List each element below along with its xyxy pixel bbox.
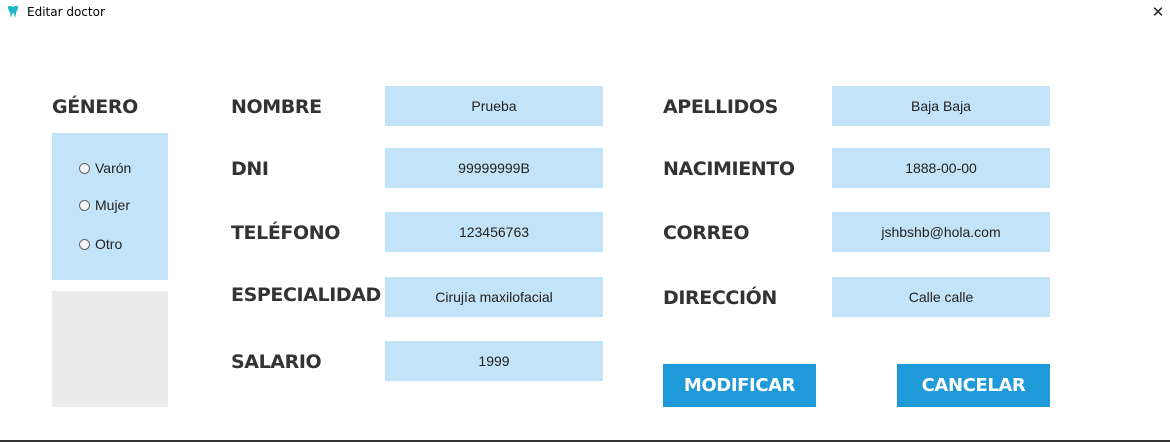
direccion-input[interactable]: [832, 277, 1050, 317]
radio-mujer[interactable]: Mujer: [79, 196, 130, 214]
salario-input[interactable]: [385, 341, 603, 381]
radio-otro-label: Otro: [95, 236, 123, 252]
radio-circle-icon[interactable]: [79, 238, 90, 250]
window-title: Editar doctor: [27, 5, 105, 19]
direccion-label: DIRECCIÓN: [663, 287, 777, 309]
radio-otro[interactable]: Otro: [79, 235, 122, 253]
gender-label: GÉNERO: [52, 96, 138, 118]
radio-mujer-label: Mujer: [95, 197, 131, 213]
nombre-input[interactable]: [385, 86, 603, 126]
photo-placeholder: [52, 291, 168, 407]
especialidad-input[interactable]: [385, 277, 603, 317]
title-bar: Editar doctor ✕: [0, 0, 1170, 26]
dni-input[interactable]: [385, 148, 603, 188]
radio-circle-icon[interactable]: [79, 199, 90, 211]
radio-circle-icon[interactable]: [79, 162, 90, 174]
correo-label: CORREO: [663, 222, 750, 244]
nacimiento-label: NACIMIENTO: [663, 158, 795, 180]
close-button[interactable]: ✕: [1148, 2, 1168, 22]
radio-varon[interactable]: Varón: [79, 159, 131, 177]
tooth-icon: [6, 5, 20, 19]
gender-radio-group: Varón Mujer Otro: [52, 133, 168, 280]
nacimiento-input[interactable]: [832, 148, 1050, 188]
apellidos-label: APELLIDOS: [663, 96, 778, 118]
nombre-label: NOMBRE: [231, 96, 322, 118]
salario-label: SALARIO: [231, 351, 322, 373]
modificar-button[interactable]: MODIFICAR: [663, 364, 816, 407]
close-icon: ✕: [1151, 3, 1165, 21]
telefono-label: TELÉFONO: [231, 222, 341, 244]
radio-varon-label: Varón: [95, 160, 132, 176]
telefono-input[interactable]: [385, 212, 603, 252]
dni-label: DNI: [231, 158, 269, 180]
correo-input[interactable]: [832, 212, 1050, 252]
especialidad-label: ESPECIALIDAD: [231, 284, 381, 306]
apellidos-input[interactable]: [832, 86, 1050, 126]
cancelar-button[interactable]: CANCELAR: [897, 364, 1050, 407]
